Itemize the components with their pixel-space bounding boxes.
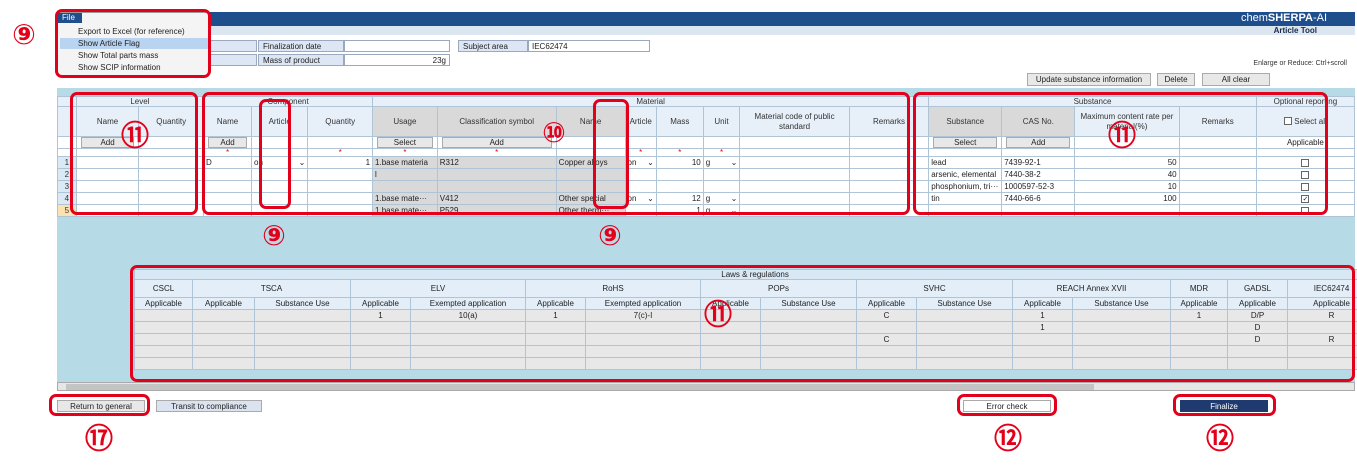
mass-value: 23g [344,54,450,66]
annotation-box-level [70,92,198,215]
scrollbar-thumb[interactable] [66,384,1094,390]
annotation-box-comp-article [259,99,291,209]
annotation-number: ⑨ [12,18,36,51]
horizontal-scrollbar[interactable] [57,382,1355,391]
mass-label: Mass of product [258,54,344,66]
subject-area-label: Subject area [458,40,528,52]
update-substance-button[interactable]: Update substance information [1027,73,1151,86]
annotation-box-mat-article [593,99,629,209]
annotation-box-component-material [202,92,910,215]
annotation-number: ⑰ [84,422,113,455]
tool-title: Article Tool [1273,26,1317,35]
annotation-number: ⑪ [120,119,149,152]
annotation-box-menu [55,9,211,78]
annotation-box-return [49,394,150,416]
annotation-box-finalize [1173,394,1276,416]
annotation-number: ⑫ [993,422,1022,455]
annotation-number: ⑪ [1107,119,1136,152]
annotation-number: ⑪ [703,298,732,331]
annotation-number: ⑩ [542,116,566,149]
annotation-box-laws [130,265,1355,382]
title-bar [57,12,1355,35]
delete-button[interactable]: Delete [1157,73,1195,86]
annotation-number: ⑨ [598,219,622,252]
enlarge-hint: Enlarge or Reduce: Ctrl+scroll [1253,60,1347,67]
all-clear-button[interactable]: All clear [1202,73,1270,86]
annotation-number: ⑫ [1205,422,1234,455]
finalization-date-value[interactable] [344,40,450,52]
finalization-date-label: Finalization date [258,40,344,52]
annotation-box-error-check [957,394,1057,416]
transit-to-compliance-button[interactable]: Transit to compliance [156,400,262,412]
annotation-box-substance [913,92,1328,215]
annotation-number: ⑨ [262,219,286,252]
app-logo: chemSHERPA-AI [1241,12,1327,24]
subject-area-value[interactable]: IEC62474 [528,40,650,52]
